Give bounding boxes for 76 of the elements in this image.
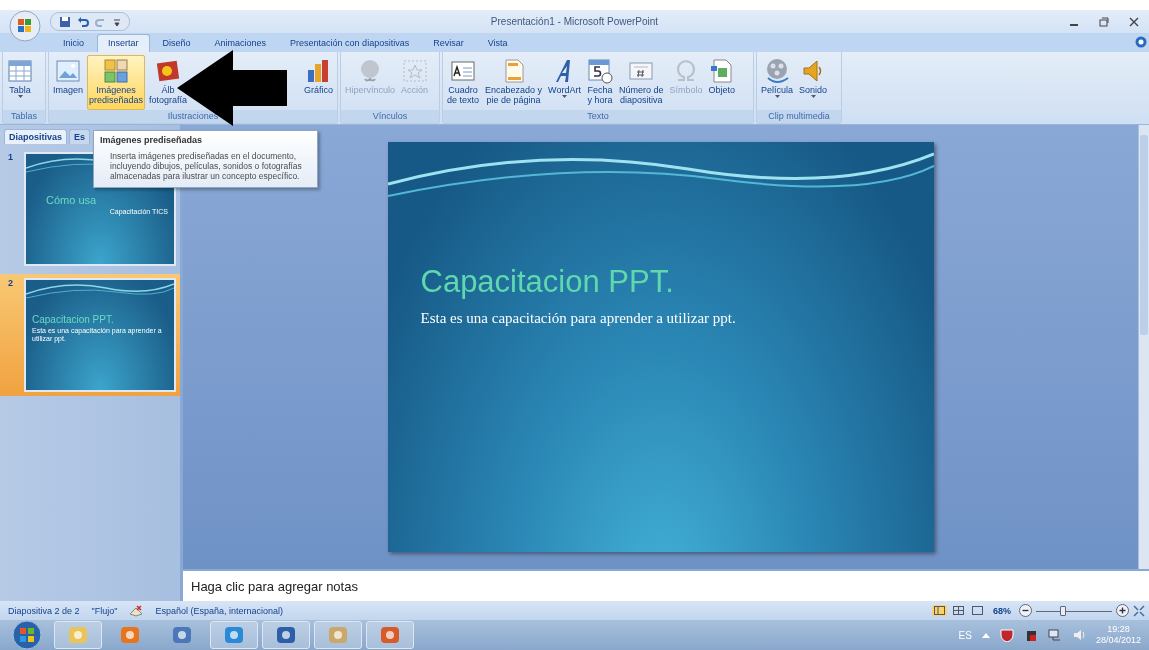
thumbnail-title: Capacitacion PPT. xyxy=(32,314,115,325)
ribbon-tab[interactable]: Insertar xyxy=(97,34,150,52)
thumbnail-title: Cómo usa xyxy=(46,194,98,206)
table-icon xyxy=(7,58,33,84)
slider-thumb[interactable] xyxy=(1060,605,1067,616)
group-label: Ilustraciones xyxy=(49,110,337,123)
shield-icon[interactable] xyxy=(999,628,1014,642)
document-icon xyxy=(708,58,735,84)
fit-window-icon[interactable] xyxy=(1133,604,1145,617)
clip-art-icon xyxy=(103,58,130,84)
theme-name: "Flujo" xyxy=(91,605,118,616)
group-label: Vínculos xyxy=(341,110,439,123)
ribbon-tab[interactable]: Vista xyxy=(476,34,519,52)
caret-icon xyxy=(774,95,780,98)
ribbon-tab[interactable]: Presentación con diapositivas xyxy=(279,34,421,52)
network-icon[interactable] xyxy=(1047,628,1062,642)
start-button[interactable] xyxy=(10,620,44,650)
slide-number: 2 xyxy=(8,278,14,290)
zoom-in-icon[interactable] xyxy=(1116,604,1129,617)
tooltip-title: Imágenes prediseñadas xyxy=(100,135,204,145)
close-icon[interactable] xyxy=(1129,16,1139,27)
notes-prompt: Haga clic para agregar notas xyxy=(191,578,358,594)
view-button[interactable] xyxy=(932,605,947,616)
ribbon-button[interactable]: Gráfico xyxy=(302,55,335,110)
ribbon-tab[interactable]: Revisar xyxy=(422,34,475,52)
zoom-slider[interactable] xyxy=(1036,604,1112,617)
language-label[interactable]: Español (España, internacional) xyxy=(155,605,284,616)
undo-icon[interactable] xyxy=(77,15,89,28)
ribbon-tab[interactable]: Animaciones xyxy=(203,34,278,52)
tooltip-text: Inserta imágenes prediseñadas en el documento, incluyendo dibujos, películas, sonidos o fotografías almacenadas para ilustrar un concepto específico. xyxy=(109,151,303,181)
pane-tab[interactable]: Es xyxy=(69,129,91,144)
slide-subtitle: Esta es una capacitación para aprender a utilizar ppt. xyxy=(420,310,737,327)
restore-icon[interactable] xyxy=(1099,16,1109,27)
ribbon-tab[interactable]: Inicio xyxy=(52,34,95,52)
ribbon-button[interactable]: Imágenes prediseñadas xyxy=(87,55,146,110)
ribbon-button[interactable]: Fecha y hora xyxy=(584,55,615,110)
slide-counter: Diapositiva 2 de 2 xyxy=(8,605,80,616)
spellcheck-icon[interactable] xyxy=(129,604,144,617)
ribbon-button[interactable]: Cuadro de texto xyxy=(445,55,482,110)
ribbon-button[interactable]: Encabezado y pie de página xyxy=(483,55,545,110)
group-label: Texto xyxy=(443,110,753,123)
caret-icon xyxy=(17,95,23,98)
group-label: Clip multimedia xyxy=(757,110,841,123)
ribbon-button[interactable]: Objeto xyxy=(706,55,737,110)
picture-icon xyxy=(55,58,81,84)
ribbon-button[interactable]: Película xyxy=(759,55,796,110)
taskbar-button[interactable] xyxy=(262,621,310,649)
caret-icon xyxy=(810,95,816,98)
view-button[interactable] xyxy=(970,605,985,616)
ribbon-button[interactable]: Tabla xyxy=(5,55,35,110)
clock-date: 28/04/2012 xyxy=(1095,635,1141,646)
view-button[interactable] xyxy=(951,605,966,616)
slide-number: 1 xyxy=(8,152,14,164)
film-reel-icon xyxy=(764,58,790,84)
clock-time: 19:28 xyxy=(1107,624,1130,635)
window-title: Presentación1 - Microsoft PowerPoint xyxy=(490,16,659,27)
star-frame-icon xyxy=(401,58,428,84)
slide-title: Capacitacion PPT. xyxy=(420,264,675,300)
save-icon[interactable] xyxy=(59,15,71,28)
scrollbar[interactable] xyxy=(1138,125,1149,569)
ribbon-button[interactable]: Sonido xyxy=(797,55,830,110)
customize-icon[interactable] xyxy=(113,16,121,27)
ribbon-button[interactable]: WordArt xyxy=(546,55,583,110)
text-box-icon xyxy=(450,58,476,84)
caret-icon xyxy=(562,95,567,98)
ribbon-tab[interactable]: Diseño xyxy=(151,34,202,52)
pane-tab[interactable]: Diapositivas xyxy=(4,129,68,144)
ribbon-button[interactable]: Imagen xyxy=(51,55,86,110)
calendar-icon xyxy=(586,58,613,84)
help-icon[interactable] xyxy=(1135,36,1147,48)
ribbon-button[interactable]: Número de diapositiva xyxy=(616,55,666,110)
zoom-out-icon[interactable] xyxy=(1019,604,1032,617)
taskbar-button[interactable] xyxy=(210,621,258,649)
group-label: Tablas xyxy=(3,110,45,123)
taskbar-button[interactable] xyxy=(366,621,414,649)
zoom-level[interactable]: 68% xyxy=(993,605,1011,616)
